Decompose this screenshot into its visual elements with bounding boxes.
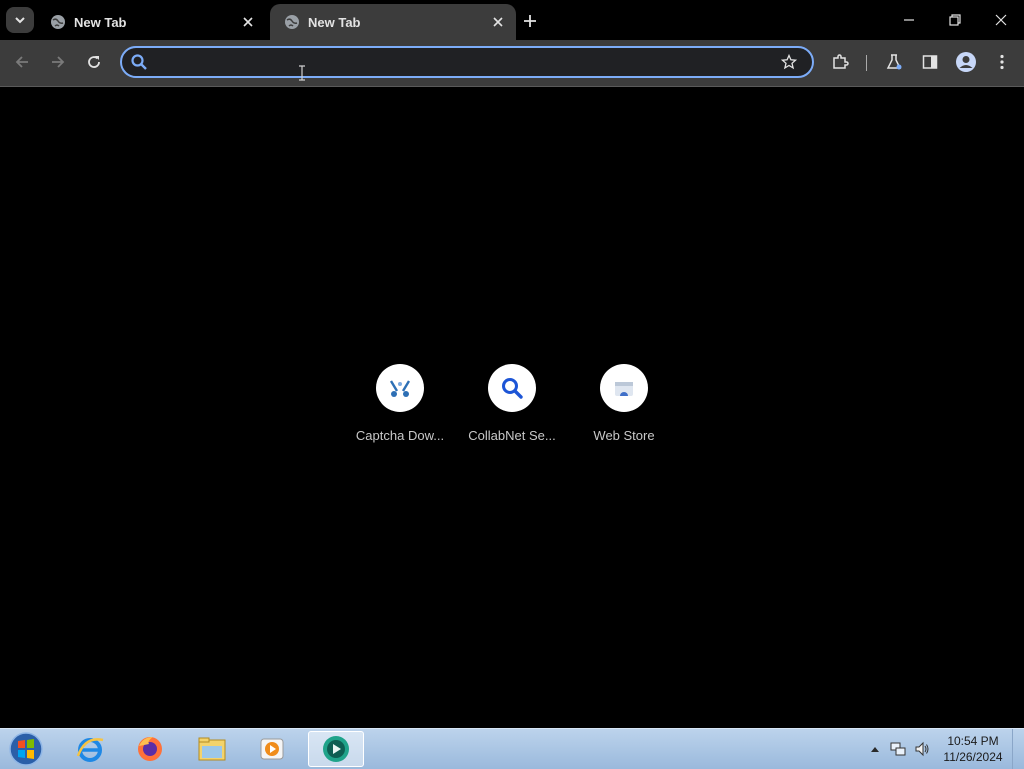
minimize-icon [904,19,914,21]
shortcut-icon-circle [600,364,648,412]
start-button[interactable] [6,731,46,767]
web-store-icon [615,382,633,396]
internet-explorer-icon [76,738,104,762]
chevron-up-icon [871,747,879,752]
shortcut-tile[interactable]: CollabNet Se... [456,363,568,443]
reload-button[interactable] [80,48,108,76]
close-icon [243,17,253,27]
forward-button[interactable] [44,48,72,76]
address-input[interactable] [148,47,778,77]
taskbar-firefox[interactable] [122,731,178,767]
toolbar-divider [866,55,867,71]
window-close-button[interactable] [978,0,1024,40]
close-icon [493,17,503,27]
shortcut-tile[interactable]: Web Store [568,363,680,443]
avatar-icon [956,52,976,72]
shortcut-icon-circle [376,364,424,412]
start-orb [9,732,43,766]
plus-icon [524,15,536,27]
menu-button[interactable] [988,48,1016,76]
taskbar-internet-explorer[interactable] [62,731,118,767]
globe-icon [51,15,65,29]
back-button[interactable] [8,48,36,76]
taskbar-clock[interactable]: 10:54 PM 11/26/2024 [938,733,1008,765]
bookmark-star-button[interactable] [778,51,800,73]
shortcut-label: Web Store [593,428,655,443]
text-cursor-icon [299,65,305,81]
magnifier-icon [502,378,523,399]
tray-volume[interactable] [912,729,932,769]
tab-strip: New Tab New Tab [0,0,1024,40]
profile-button[interactable] [952,48,980,76]
arrow-left-icon [15,56,28,68]
tab-new-tab-1[interactable]: New Tab [36,4,266,40]
arrow-right-icon [52,56,65,68]
browser-toolbar [0,40,1024,87]
tab-close-button[interactable] [238,12,258,32]
side-panel-icon [922,55,938,69]
side-panel-button[interactable] [916,48,944,76]
kebab-menu-icon [1000,54,1004,70]
tab-title: New Tab [74,14,127,30]
new-tab-button[interactable] [518,9,542,33]
restore-icon [949,14,961,26]
tab-search-button[interactable] [6,7,34,33]
speaker-icon [915,741,929,757]
tab-close-button[interactable] [488,12,508,32]
firefox-icon [138,737,162,761]
extensions-button[interactable] [826,48,854,76]
labs-button[interactable] [880,48,908,76]
star-icon [781,54,797,70]
taskbar-active-app[interactable] [308,731,364,767]
media-player-icon [260,738,284,760]
network-icon [890,742,906,756]
shortcut-label: Captcha Dow... [355,428,445,443]
puzzle-icon [833,54,849,69]
reload-icon [88,56,100,68]
file-explorer-icon [198,737,226,761]
tray-show-hidden-button[interactable] [868,729,882,769]
shortcut-tile[interactable]: Captcha Dow... [344,363,456,443]
captcha-icon [389,380,411,397]
new-tab-page: Captcha Dow... CollabNet Se... Web Store [0,87,1024,728]
restore-button[interactable] [932,0,978,40]
tray-network[interactable] [888,729,908,769]
flask-icon [886,54,902,70]
close-icon [995,14,1007,26]
taskbar-media-player[interactable] [244,731,300,767]
address-bar[interactable] [120,46,814,78]
chevron-down-icon [15,17,25,24]
chrome-app-icon [323,736,349,762]
minimize-button[interactable] [886,0,932,40]
search-icon [131,54,147,70]
globe-icon [285,15,299,29]
taskbar-file-explorer[interactable] [184,731,240,767]
clock-time: 10:54 PM [947,734,999,748]
shortcut-label: CollabNet Se... [468,428,556,443]
taskbar: 10:54 PM 11/26/2024 [0,728,1024,769]
clock-date: 11/26/2024 [943,750,1003,764]
tab-new-tab-2[interactable]: New Tab [270,4,516,40]
tab-title: New Tab [308,14,361,30]
show-desktop-button[interactable] [1012,729,1024,769]
shortcut-icon-circle [488,364,536,412]
